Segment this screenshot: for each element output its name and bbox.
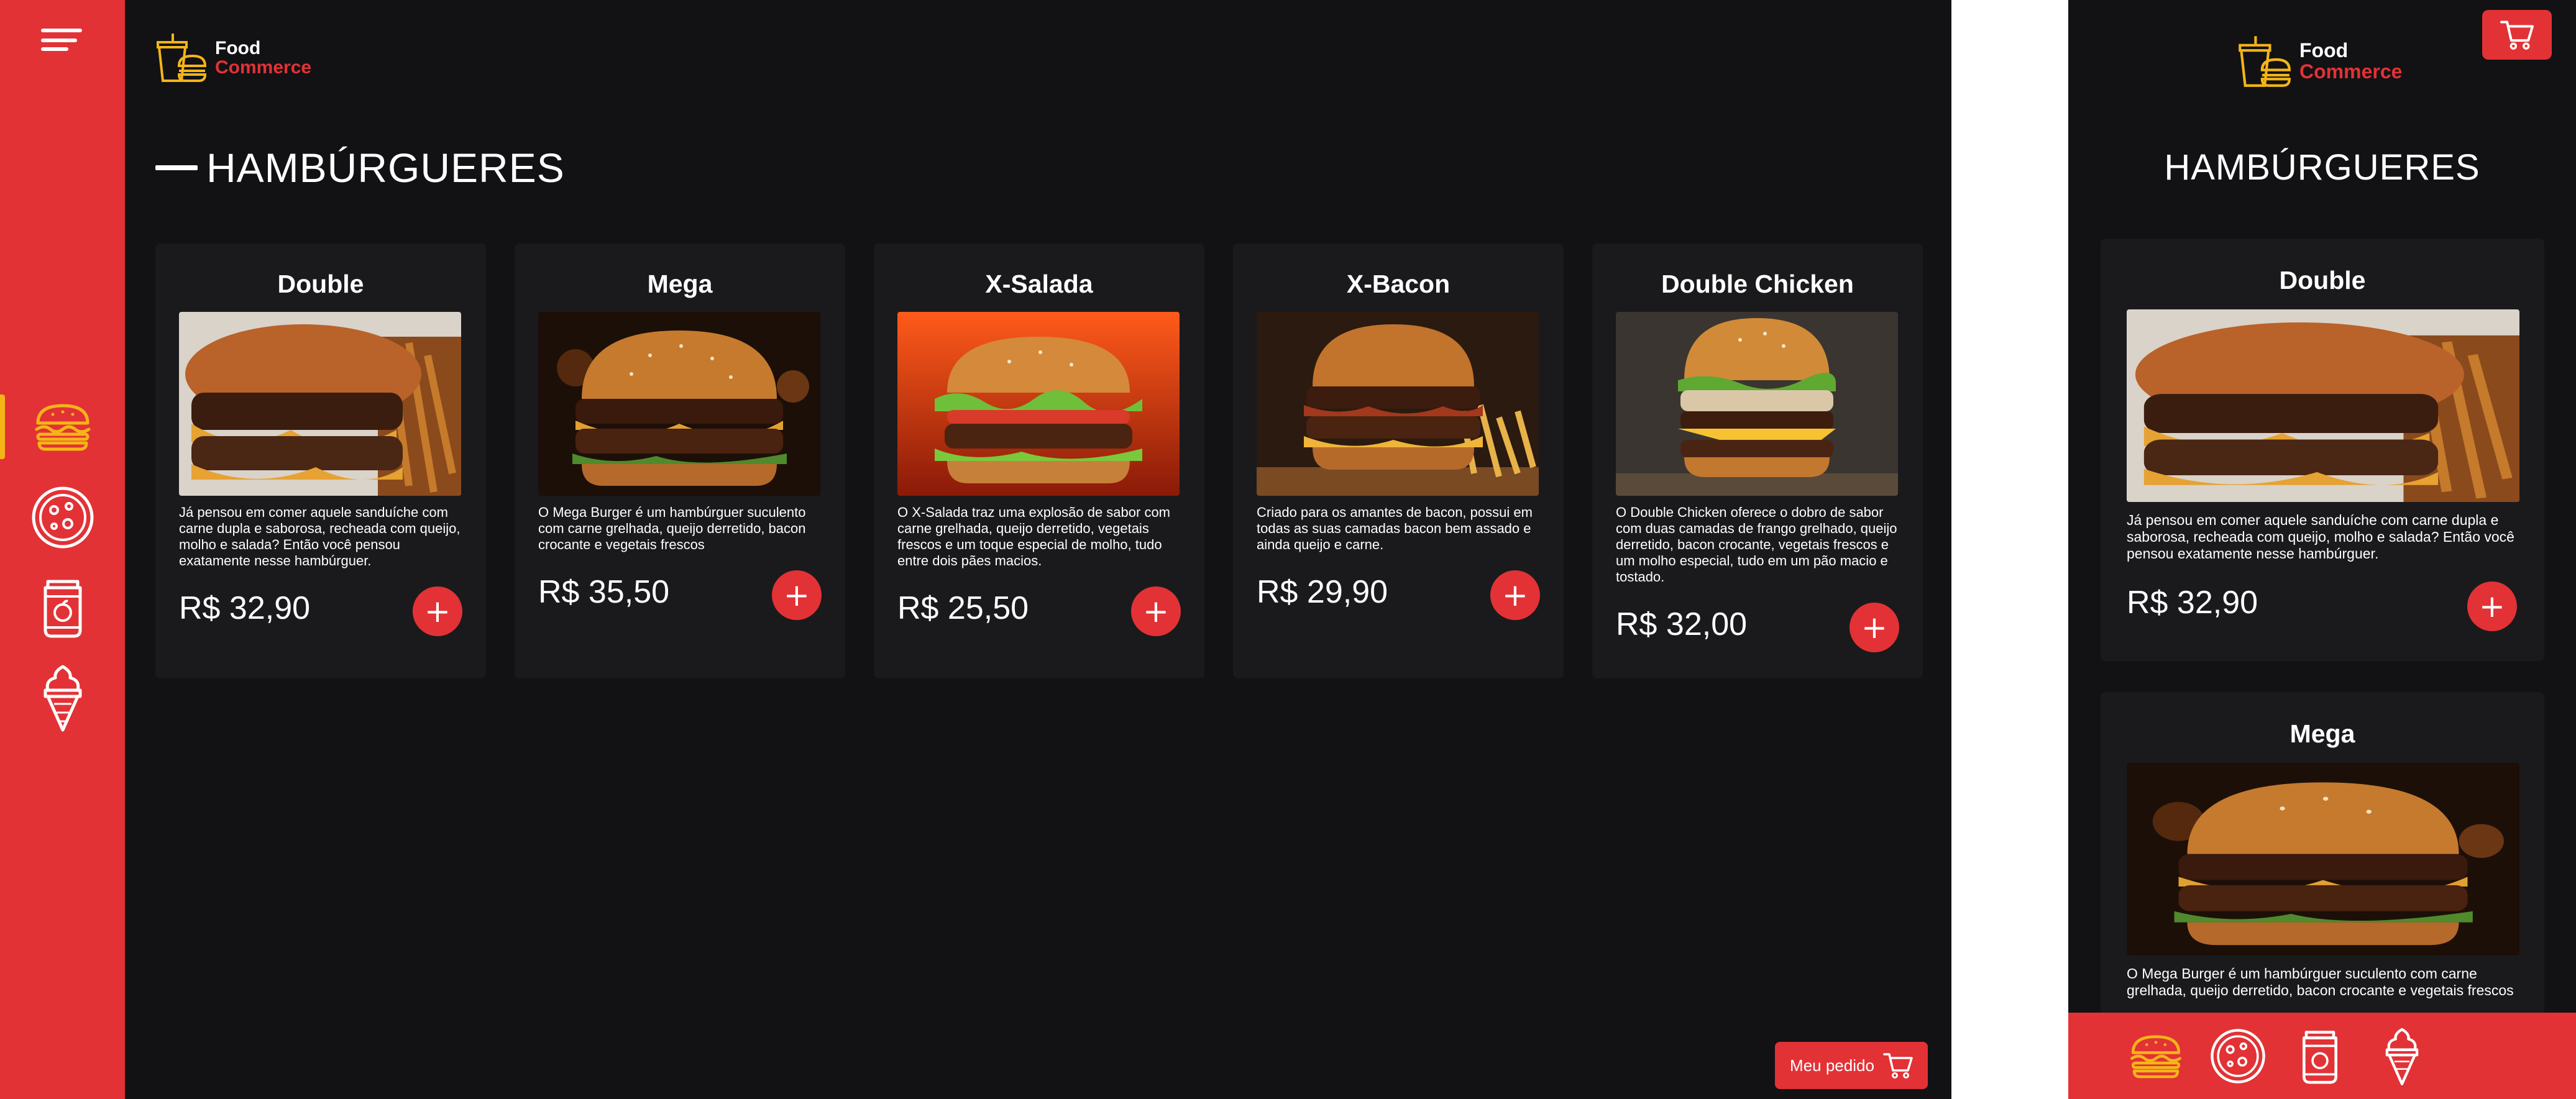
product-image-x-bacon	[1257, 312, 1539, 496]
product-description: Já pensou em comer aquele sanduíche com …	[179, 504, 461, 568]
product-image-mega	[2127, 763, 2519, 955]
product-image-double	[2127, 309, 2519, 502]
product-image-double	[179, 312, 461, 496]
my-order-button[interactable]: Meu pedido	[1775, 1042, 1928, 1089]
drink-can-icon	[44, 580, 81, 638]
product-name: Double	[2279, 266, 2366, 294]
ice-cream-icon	[44, 665, 81, 732]
add-to-cart-button[interactable]: +	[2467, 581, 2517, 631]
product-description: O Mega Burger é um hambúrguer suculento …	[538, 504, 806, 552]
drink-can-icon	[2303, 1031, 2337, 1084]
product-description: Já pensou em comer aquele sanduíche com …	[2127, 512, 2514, 562]
section-heading: HAMBÚRGUERES	[155, 144, 565, 191]
product-card-x-bacon: X-Bacon Criado para os amantes de bacon,…	[1233, 244, 1564, 678]
brand-logo-mobile[interactable]: Food Commerce	[2236, 34, 2402, 89]
product-name: X-Bacon	[1346, 270, 1451, 298]
sidebar-item-drinks[interactable]	[0, 570, 125, 645]
food-logo-icon	[2239, 36, 2291, 87]
product-price: R$ 32,90	[179, 590, 311, 626]
product-card-double-chicken: Double Chicken O Double Chicken oferece …	[1592, 244, 1923, 678]
bottom-nav-pizzas[interactable]	[2204, 1025, 2272, 1087]
bottom-nav-drinks[interactable]	[2286, 1025, 2354, 1087]
sidebar-item-burgers[interactable]	[0, 390, 125, 464]
product-name: Mega	[647, 270, 713, 298]
product-card-double: Double Já pensou em comer aquele sanduíc…	[2101, 239, 2544, 661]
product-image-double-chicken	[1616, 312, 1898, 496]
add-to-cart-button[interactable]: +	[1490, 570, 1540, 620]
product-price: R$ 35,50	[538, 574, 670, 610]
hamburger-menu-icon[interactable]	[39, 29, 82, 53]
sidebar-item-pizzas[interactable]	[0, 480, 125, 555]
pizza-icon	[2211, 1029, 2265, 1083]
product-card-mega: Mega O Mega Burger é um hambúrguer sucul…	[2101, 692, 2544, 1040]
product-description: Criado para os amantes de bacon, possui …	[1257, 504, 1533, 552]
burger-icon	[35, 404, 90, 451]
product-description: O Double Chicken oferece o dobro de sabo…	[1616, 504, 1897, 585]
pizza-icon	[32, 486, 93, 549]
product-price: R$ 29,90	[1257, 574, 1388, 610]
cart-button[interactable]	[2482, 10, 2552, 60]
bottom-nav-desserts[interactable]	[2368, 1025, 2436, 1087]
brand-name-line1: Food	[2299, 39, 2349, 62]
product-description: O X-Salada traz uma explosão de sabor co…	[897, 504, 1171, 568]
heading-dash	[155, 165, 198, 170]
brand-name-line2: Commerce	[2299, 60, 2403, 83]
product-image-x-salada	[897, 312, 1180, 496]
my-order-label: Meu pedido	[1790, 1056, 1874, 1075]
brand-logo[interactable]: Food Commerce	[154, 31, 311, 84]
add-to-cart-button[interactable]: +	[1849, 603, 1899, 652]
cart-icon	[2500, 21, 2534, 50]
bottom-nav	[2068, 1013, 2576, 1099]
food-logo-icon	[157, 34, 207, 82]
ice-cream-icon	[2385, 1028, 2419, 1085]
desktop-view: Food Commerce HAMBÚRGUERES Double Já pen…	[0, 0, 1951, 1099]
product-name: Double	[277, 270, 364, 298]
product-price: R$ 32,90	[2127, 585, 2258, 621]
product-price: R$ 25,50	[897, 590, 1029, 626]
add-to-cart-button[interactable]: +	[413, 586, 462, 636]
burger-icon	[2130, 1035, 2181, 1078]
product-price: R$ 32,00	[1616, 606, 1748, 642]
section-title: HAMBÚRGUERES	[206, 145, 565, 191]
brand-name-line2: Commerce	[215, 57, 312, 78]
product-name: Mega	[2290, 719, 2355, 748]
cart-icon	[1883, 1053, 1913, 1078]
product-card-x-salada: X-Salada O X-Salada traz uma explosão de…	[874, 244, 1204, 678]
product-image-mega	[538, 312, 820, 496]
mobile-view: Food Commerce HAMBÚRGUERES Double Já pen…	[2068, 0, 2576, 1099]
product-card-mega: Mega O Mega Burger é um hambúrguer sucul…	[515, 244, 845, 678]
add-to-cart-button[interactable]: +	[772, 570, 822, 620]
product-card-double: Double Já pensou em comer aquele sanduíc…	[155, 244, 486, 678]
bottom-nav-burgers[interactable]	[2122, 1025, 2190, 1087]
product-name: X-Salada	[985, 270, 1093, 298]
brand-name-line1: Food	[215, 37, 261, 58]
product-description: O Mega Burger é um hambúrguer suculento …	[2127, 965, 2514, 998]
product-name: Double Chicken	[1661, 270, 1854, 298]
section-title: HAMBÚRGUERES	[2164, 147, 2480, 188]
add-to-cart-button[interactable]: +	[1131, 586, 1181, 636]
sidebar	[0, 0, 125, 1099]
sidebar-item-desserts[interactable]	[0, 660, 125, 735]
